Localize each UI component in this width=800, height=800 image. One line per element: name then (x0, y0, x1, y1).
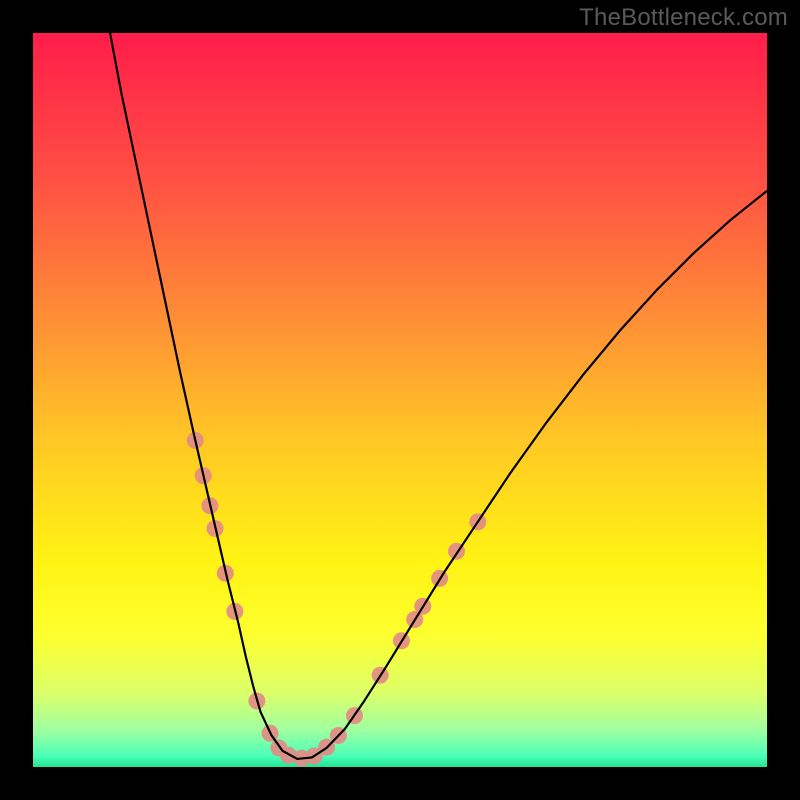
watermark-text: TheBottleneck.com (579, 4, 788, 32)
chart-background (33, 33, 767, 767)
outer-frame: TheBottleneck.com (0, 0, 800, 800)
chart-plot (33, 33, 767, 767)
